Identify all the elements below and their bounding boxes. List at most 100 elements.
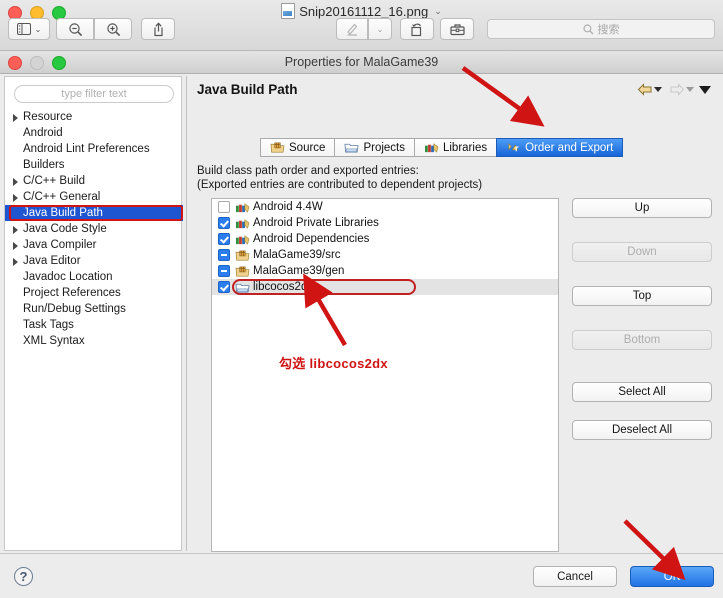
classpath-entry-row[interactable]: Android Dependencies	[212, 231, 558, 247]
entry-label: Android Dependencies	[253, 233, 370, 245]
entry-label: Android Private Libraries	[253, 217, 379, 229]
help-button[interactable]: ?	[14, 567, 33, 586]
search-placeholder: 搜索	[597, 24, 620, 36]
entry-checkbox[interactable]	[218, 281, 230, 293]
back-nav-group[interactable]	[637, 83, 662, 96]
dialog-button-bar: ? Cancel OK	[0, 553, 723, 598]
back-arrow-icon	[637, 83, 652, 96]
entry-checkbox[interactable]	[218, 249, 230, 261]
document-title-bar: Snip20161112_16.png ⌄	[0, 3, 723, 19]
zoom-in-icon	[106, 22, 120, 36]
search-icon	[582, 23, 593, 34]
rotate-button[interactable]	[400, 18, 434, 40]
library-books-icon	[236, 202, 250, 213]
sidebar-item-label: Run/Debug Settings	[23, 303, 126, 315]
sidebar-item-resource[interactable]: Resource	[5, 109, 183, 125]
back-chevron-down-icon[interactable]	[654, 87, 662, 92]
zoom-in-button[interactable]	[94, 18, 132, 40]
deselect-all-button[interactable]: Deselect All	[572, 420, 712, 440]
document-title: Snip20161112_16.png	[299, 3, 429, 19]
top-button[interactable]: Top	[572, 286, 712, 306]
entry-checkbox[interactable]	[218, 217, 230, 229]
sidebar-icon	[16, 23, 31, 35]
markup-pen-icon	[346, 23, 357, 36]
pane-menu-chevron-down-icon[interactable]	[699, 85, 711, 94]
zoom-out-button[interactable]	[56, 18, 94, 40]
description-line-2: (Exported entries are contributed to dep…	[197, 179, 483, 191]
sidebar-item-project-references[interactable]: Project References	[5, 285, 183, 301]
up-button[interactable]: Up	[572, 198, 712, 218]
tab-label: Projects	[363, 141, 405, 154]
sidebar-item-label: Java Code Style	[23, 223, 107, 235]
sidebar-item-label: C/C++ Build	[23, 175, 86, 187]
sidebar-item-java-compiler[interactable]: Java Compiler	[5, 237, 183, 253]
settings-tree-list: Resource Android Android Lint Preferences B…	[5, 109, 183, 349]
share-icon	[153, 21, 163, 36]
source-folder-icon	[270, 142, 285, 153]
tab-order-and-export[interactable]: Order and Export	[496, 138, 624, 157]
sidebar-item-xml-syntax[interactable]: XML Syntax	[5, 333, 183, 349]
sidebar-item-builders[interactable]: Builders	[5, 157, 183, 173]
preview-titlebar: Snip20161112_16.png ⌄ ⌄ ⌄ 搜索	[0, 0, 723, 51]
down-button: Down	[572, 242, 712, 262]
build-path-tabs: Source Projects Libraries Order and Export	[260, 138, 624, 157]
classpath-entry-list[interactable]: Android 4.4W Android Private Libraries And…	[211, 198, 559, 552]
sidebar-item-android[interactable]: Android	[5, 125, 183, 141]
entry-checkbox[interactable]	[218, 201, 230, 213]
ok-button[interactable]: OK	[630, 566, 714, 587]
sidebar-item-c-c-build[interactable]: C/C++ Build	[5, 173, 183, 189]
search-input[interactable]: 搜索	[487, 19, 715, 39]
sidebar-item-task-tags[interactable]: Task Tags	[5, 317, 183, 333]
document-title-chevron-down-icon[interactable]: ⌄	[434, 6, 442, 17]
forward-chevron-down-icon[interactable]	[686, 87, 694, 92]
source-folder-icon	[235, 266, 250, 276]
cancel-button[interactable]: Cancel	[533, 566, 617, 587]
screenshot-root: Snip20161112_16.png ⌄ ⌄ ⌄ 搜索 Properties …	[0, 0, 723, 598]
nav-history-controls	[637, 83, 711, 96]
settings-tree-pane: type filter text Resource Android Android …	[4, 76, 183, 551]
toolbox-button[interactable]	[440, 18, 474, 40]
entry-label: libcocos2dx	[253, 281, 314, 293]
sidebar-item-label: Resource	[23, 111, 73, 123]
select-all-button[interactable]: Select All	[572, 382, 712, 402]
entry-label: MalaGame39/src	[253, 249, 341, 261]
sidebar-item-label: Android Lint Preferences	[23, 143, 150, 155]
page-title: Java Build Path	[197, 82, 298, 97]
entry-checkbox[interactable]	[218, 265, 230, 277]
classpath-entry-row[interactable]: libcocos2dx	[212, 279, 558, 295]
sidebar-item-android-lint-preferences[interactable]: Android Lint Preferences	[5, 141, 183, 157]
forward-nav-group[interactable]	[669, 83, 694, 96]
markup-button[interactable]	[336, 18, 368, 40]
classpath-entry-row[interactable]: Android 4.4W	[212, 199, 558, 215]
sidebar-item-run-debug-settings[interactable]: Run/Debug Settings	[5, 301, 183, 317]
sidebar-item-label: XML Syntax	[23, 335, 85, 347]
dialog-title: Properties for MalaGame39	[284, 55, 439, 69]
sidebar-item-java-editor[interactable]: Java Editor	[5, 253, 183, 269]
sidebar-item-c-c-general[interactable]: C/C++ General	[5, 189, 183, 205]
sidebar-item-label: Android	[23, 127, 63, 139]
projects-folder-icon	[344, 143, 359, 153]
entry-label: Android 4.4W	[253, 201, 323, 213]
classpath-entry-row[interactable]: MalaGame39/src	[212, 247, 558, 263]
toolbox-icon	[449, 24, 465, 36]
tab-libraries[interactable]: Libraries	[413, 138, 497, 157]
project-folder-icon	[235, 283, 250, 293]
classpath-entry-row[interactable]: Android Private Libraries	[212, 215, 558, 231]
tab-label: Order and Export	[525, 141, 614, 154]
filter-input[interactable]: type filter text	[14, 85, 174, 103]
filter-placeholder: type filter text	[61, 88, 127, 100]
classpath-entry-row[interactable]: MalaGame39/gen	[212, 263, 558, 279]
sidebar-item-java-build-path[interactable]: Java Build Path	[5, 205, 183, 221]
order-export-icon	[508, 143, 519, 152]
tab-source[interactable]: Source	[260, 138, 335, 157]
sidebar-item-label: Javadoc Location	[23, 271, 113, 283]
markup-options-button[interactable]: ⌄	[368, 18, 392, 40]
sidebar-toggle-button[interactable]: ⌄	[8, 18, 50, 40]
dialog-body: type filter text Resource Android Android …	[0, 74, 723, 598]
sidebar-item-javadoc-location[interactable]: Javadoc Location	[5, 269, 183, 285]
libraries-books-icon	[424, 143, 439, 153]
entry-checkbox[interactable]	[218, 233, 230, 245]
tab-projects[interactable]: Projects	[334, 138, 414, 157]
share-button[interactable]	[141, 18, 175, 40]
sidebar-item-java-code-style[interactable]: Java Code Style	[5, 221, 183, 237]
